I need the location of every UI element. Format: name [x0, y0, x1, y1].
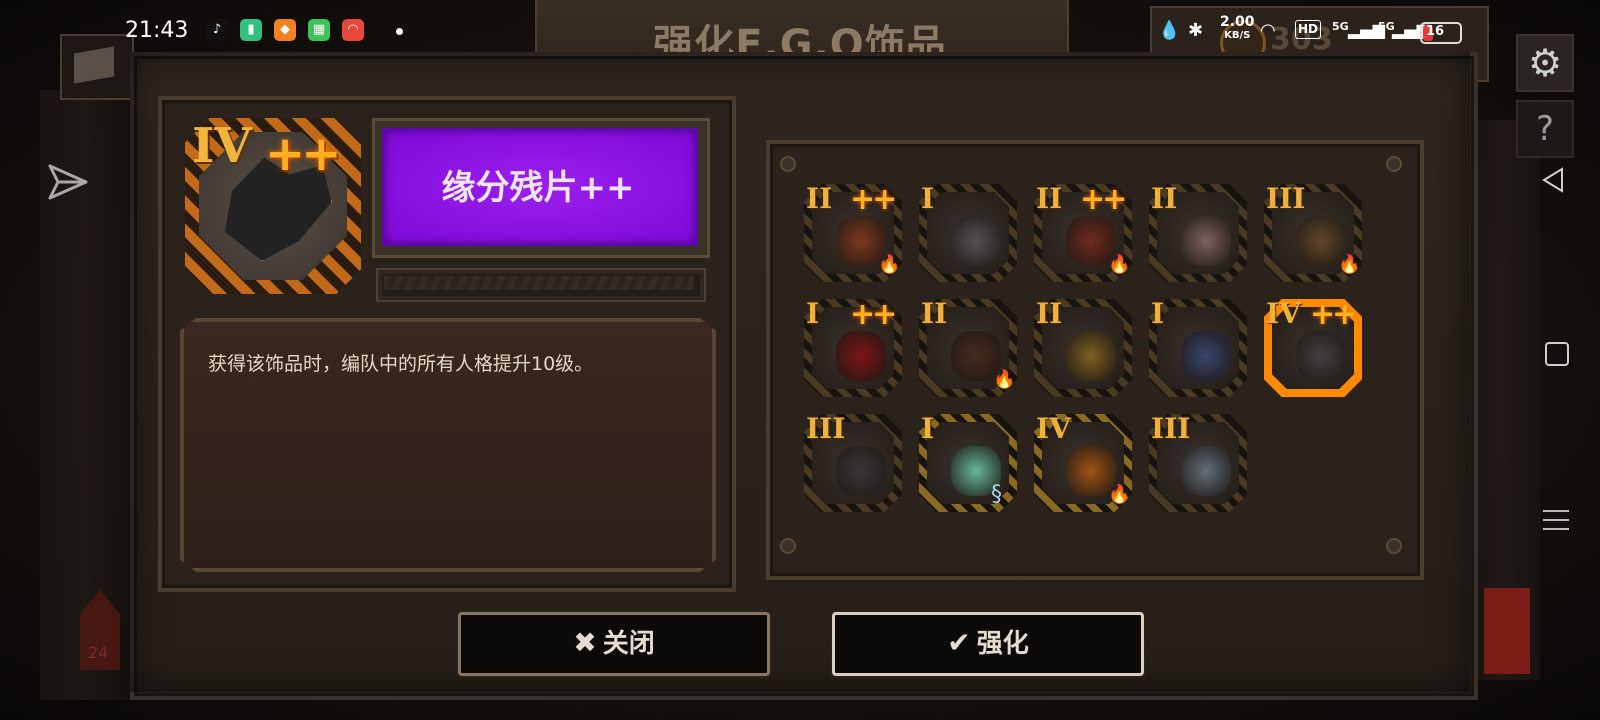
nav-back-icon[interactable] — [1540, 166, 1566, 194]
ego-gift-tier: II — [1151, 182, 1178, 215]
status-time: 21:43 — [125, 18, 189, 43]
ego-gift-icon — [1181, 446, 1231, 496]
item-name: 缘分残片++ — [441, 168, 635, 208]
ego-gift-icon — [1181, 331, 1231, 381]
ego-gift-plus: ++ — [1310, 297, 1357, 332]
item-description: 获得该饰品时，编队中的所有人格提升10级。 — [208, 353, 594, 375]
ego-gift-slot-background — [1157, 307, 1239, 389]
check-icon: ✔ — [947, 626, 971, 659]
settings-button[interactable]: ⚙ — [1516, 34, 1574, 92]
ego-gift-tier: II — [806, 182, 833, 215]
ego-gift-icon — [951, 216, 1001, 266]
net-speed: 2.00 KB/S — [1220, 14, 1255, 41]
net-speed-value: 2.00 — [1220, 14, 1255, 30]
gear-icon: ⚙ — [1527, 41, 1563, 85]
ego-gift-tier: III — [806, 412, 846, 445]
wifi-icon: ◠ — [1260, 20, 1276, 41]
ego-gift-tier: I — [921, 182, 935, 215]
net-speed-unit: KB/S — [1224, 30, 1251, 41]
app-orange-icon: ◆ — [274, 19, 296, 41]
ego-gift-plus: ++ — [850, 297, 897, 332]
help-icon: ? — [1535, 109, 1555, 149]
water-drop-icon: 💧 — [1158, 20, 1181, 41]
ego-gift-icon — [836, 446, 886, 496]
nav-menu-icon[interactable] — [1543, 510, 1569, 537]
nav-home-icon[interactable] — [1545, 342, 1569, 366]
ego-gift-icon — [1296, 331, 1346, 381]
ego-gift-tier: I — [806, 297, 820, 330]
tiktok-icon: ♪ — [206, 19, 228, 41]
ego-gift-icon — [836, 331, 886, 381]
battery-icon: 16 — [1420, 22, 1462, 44]
ego-gift-tier: II — [921, 297, 948, 330]
fire-keyword-icon: 🔥 — [1108, 254, 1131, 275]
bolt-icon — [1386, 538, 1402, 554]
ego-gift-slot-background — [927, 192, 1009, 274]
fire-keyword-icon: 🔥 — [1338, 254, 1361, 275]
fire-keyword-icon: 🔥 — [878, 254, 901, 275]
ego-gift-tier: III — [1151, 412, 1191, 445]
close-button-label: 关闭 — [602, 629, 655, 659]
swirl-keyword-icon: § — [991, 482, 1002, 507]
signal-label-1: 5G — [1332, 20, 1349, 33]
ego-gift-plus: ++ — [1080, 182, 1127, 217]
bluetooth-icon: ✱ — [1188, 20, 1204, 41]
bolt-icon — [780, 156, 796, 172]
app-green-icon: ▦ — [308, 19, 330, 41]
help-button[interactable]: ? — [1516, 100, 1574, 158]
ego-gift-tier: IV — [1266, 297, 1301, 330]
enhance-progress-track — [384, 276, 694, 290]
hd-badge: HD — [1295, 20, 1322, 39]
selected-item-plus: ++ — [265, 126, 341, 182]
notification-dot-icon — [396, 28, 403, 35]
enhance-button-label: 强化 — [976, 629, 1029, 659]
close-icon: ✖ — [573, 626, 597, 659]
enhance-button[interactable]: ✔ 强化 — [832, 612, 1144, 676]
background-red-panel — [1484, 588, 1530, 674]
paper-plane-icon[interactable] — [46, 160, 90, 204]
ego-gift-tier: II — [1036, 182, 1063, 215]
ego-gift-tier: I — [921, 412, 935, 445]
ego-gift-icon — [1181, 216, 1231, 266]
selected-item-tier: IV — [192, 118, 252, 174]
ego-gift-tier: III — [1266, 182, 1306, 215]
battery-level: 16 — [1426, 24, 1445, 39]
ego-gift-tier: II — [1036, 297, 1063, 330]
ego-gift-tier: I — [1151, 297, 1165, 330]
app-battery-icon: ▮ — [240, 19, 262, 41]
bolt-icon — [1386, 156, 1402, 172]
ego-gift-tier: IV — [1036, 412, 1071, 445]
ego-gift-plus: ++ — [850, 182, 897, 217]
fire-keyword-icon: 🔥 — [993, 369, 1016, 390]
bolt-icon — [780, 538, 796, 554]
close-button[interactable]: ✖ 关闭 — [458, 612, 770, 676]
fire-keyword-icon: 🔥 — [1108, 484, 1131, 505]
app-red-icon: ◠ — [342, 19, 364, 41]
ego-gift-icon — [1066, 331, 1116, 381]
